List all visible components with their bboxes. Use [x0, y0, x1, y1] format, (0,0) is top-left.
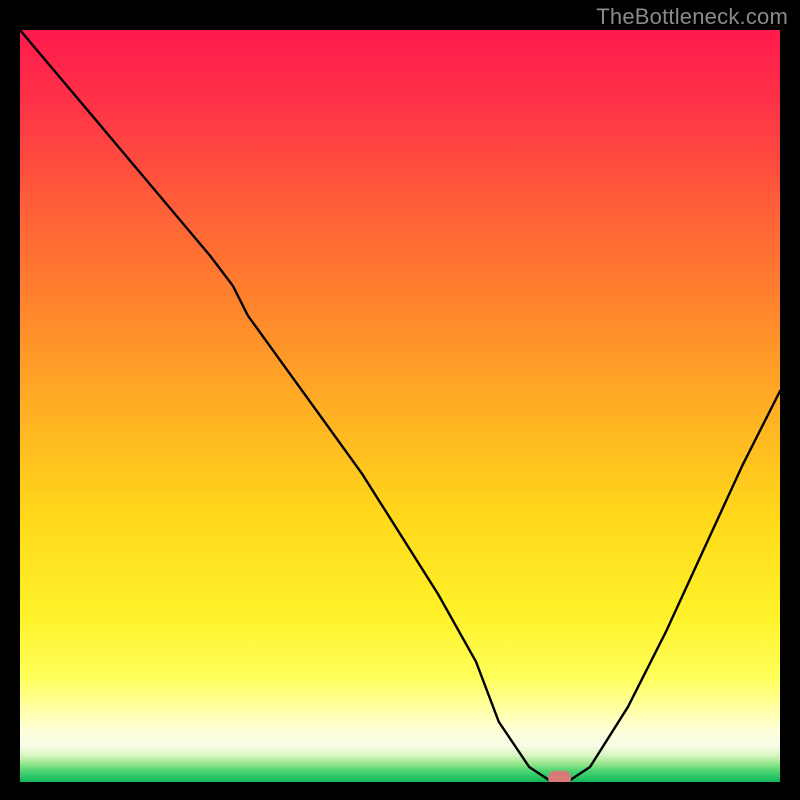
watermark-text: TheBottleneck.com	[596, 4, 788, 30]
chart-frame: TheBottleneck.com	[0, 0, 800, 800]
chart-canvas	[20, 30, 780, 782]
optimal-point-marker	[548, 771, 571, 782]
heatmap-background	[20, 30, 780, 782]
